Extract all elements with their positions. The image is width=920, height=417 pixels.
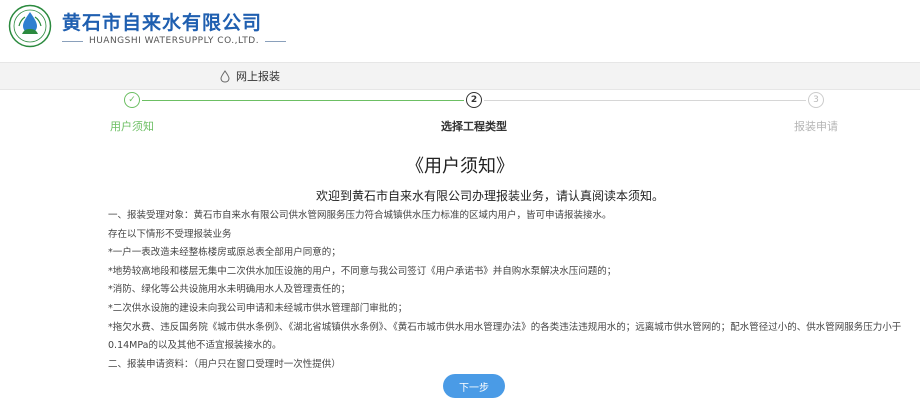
nav-item-label: 网上报装 (236, 70, 280, 83)
step-1-label: 用户须知 (110, 120, 154, 133)
next-step-button[interactable]: 下一步 (443, 374, 505, 398)
divider-line (62, 40, 83, 42)
notice-line: *二次供水设施的建设未向我公司申请和未经城市供水管理部门审批的； (108, 302, 408, 314)
site-header: 黄石市自来水有限公司 HUANGSHI WATERSUPPLY CO.,LTD. (0, 0, 920, 58)
step-3-marker: 3 (808, 92, 824, 108)
step-1-check-icon: ✓ (124, 92, 140, 108)
notice-line: 存在以下情形不受理报装业务 (108, 228, 232, 240)
brand-name-en: HUANGSHI WATERSUPPLY CO.,LTD. (88, 36, 260, 46)
brand-name-en-row: HUANGSHI WATERSUPPLY CO.,LTD. (62, 35, 287, 47)
notice-line: 二、报装申请资料：（用户只在窗口受理时一次性提供） (108, 358, 341, 370)
notice-line: *地势较高地段和楼层无集中二次供水加压设施的用户，不同意与我公司签订《用户承诺书… (108, 265, 617, 277)
divider-line (265, 40, 287, 42)
notice-line: *一户一表改造未经整栋楼房或原总表全部用户同意的； (108, 247, 341, 259)
notice-title: 《用户须知》 (406, 156, 514, 177)
step-connector-todo (484, 100, 806, 101)
notice-line: *拖欠水费、违反国务院《城市供水条例》、《湖北省城镇供水条例》、《黄石市城市供水… (108, 321, 902, 352)
water-drop-logo-icon[interactable] (8, 4, 52, 48)
notice-line: 一、报装受理对象：黄石市自来水有限公司供水管网服务压力符合城镇供水压力标准的区域… (108, 210, 612, 221)
brand-name-cn: 黄石市自来水有限公司 (62, 12, 263, 34)
step-2-label: 选择工程类型 (441, 120, 507, 133)
notice-welcome: 欢迎到黄石市自来水有限公司办理报装业务，请认真阅读本须知。 (316, 189, 665, 203)
step-connector-done (142, 100, 464, 101)
notice-line: *消防、绿化等公共设施用水未明确用水人及管理责任的； (108, 284, 351, 296)
nav-bar: 网上报装 (0, 62, 920, 90)
notice-body: 一、报装受理对象：黄石市自来水有限公司供水管网服务压力符合城镇供水压力标准的区域… (108, 207, 908, 374)
water-drop-icon (220, 69, 230, 83)
nav-item-online-application[interactable]: 网上报装 (220, 67, 280, 85)
progress-steps: ✓ 2 3 用户须知 选择工程类型 报装申请 (0, 90, 920, 134)
step-2-marker: 2 (466, 92, 482, 108)
step-3-label: 报装申请 (794, 120, 838, 133)
